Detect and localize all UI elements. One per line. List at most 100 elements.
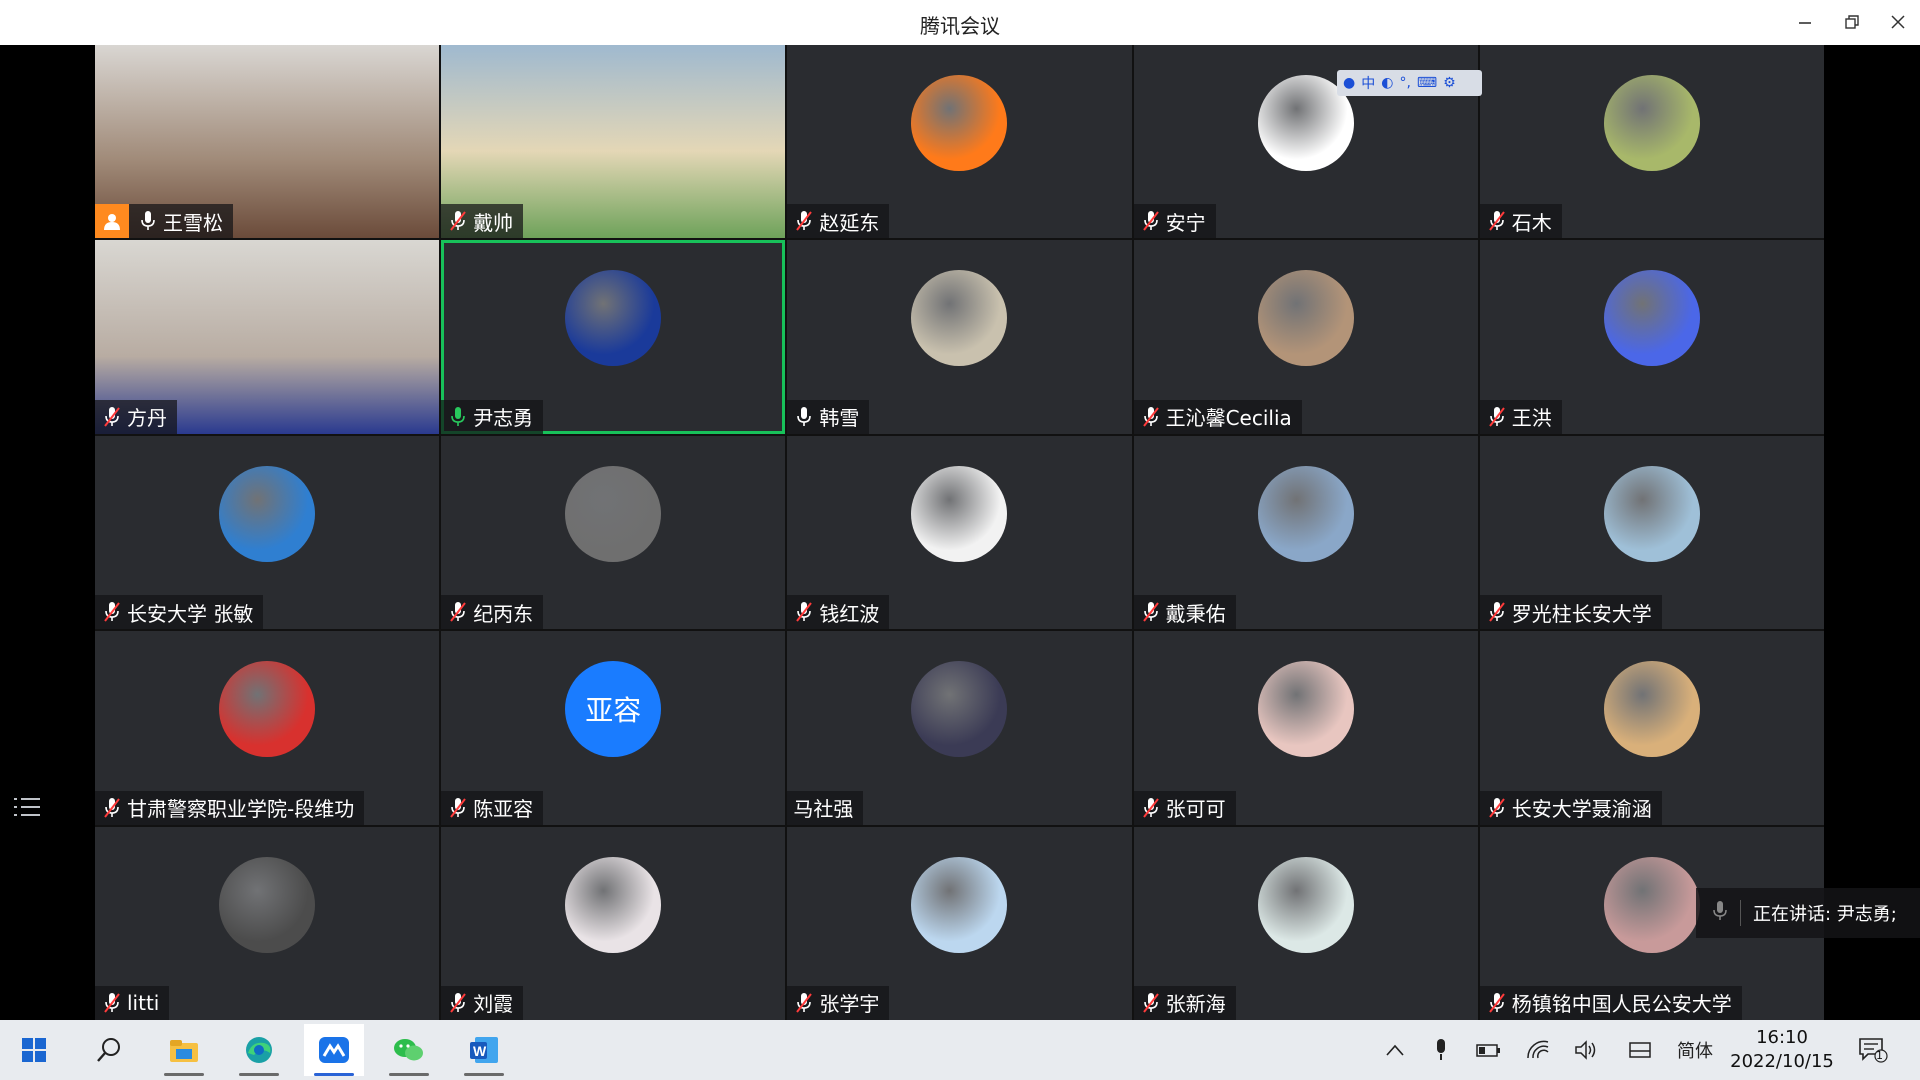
- participant-tile[interactable]: 长安大学 张敏: [95, 435, 440, 630]
- participant-name: 石木: [1511, 210, 1552, 235]
- participant-tile[interactable]: 王洪: [1479, 240, 1824, 434]
- edge-icon[interactable]: [229, 1024, 289, 1076]
- avatar: [1603, 270, 1700, 367]
- participant-name: 张新海: [1165, 992, 1226, 1017]
- chevron-up-icon[interactable]: [1380, 1036, 1410, 1064]
- speaking-indicator: 正在讲话: 尹志勇;: [1696, 888, 1920, 938]
- mic-icon: [793, 406, 815, 428]
- avatar: [1257, 270, 1354, 367]
- mic-muted-icon: [1486, 406, 1508, 428]
- participant-name: 方丹: [127, 406, 167, 431]
- avatar: [911, 465, 1008, 562]
- participant-tile[interactable]: 韩雪: [787, 240, 1132, 434]
- display-icon[interactable]: [1625, 1036, 1655, 1064]
- settings-gear-icon[interactable]: ⚙: [1443, 75, 1456, 91]
- participant-name-tag: 陈亚容: [441, 790, 544, 825]
- clock-date: 2022/10/15: [1730, 1051, 1834, 1072]
- mic-muted-icon: [101, 797, 123, 819]
- participant-tile[interactable]: 王雪松: [95, 45, 440, 239]
- restore-icon[interactable]: [1837, 8, 1867, 36]
- participant-name-tag: 石木: [1479, 204, 1562, 239]
- avatar: [1603, 465, 1700, 562]
- avatar: [1603, 856, 1700, 953]
- minimize-icon[interactable]: [1790, 8, 1820, 36]
- participant-tile[interactable]: 尹志勇: [441, 240, 786, 434]
- mic-icon: [137, 210, 159, 232]
- participant-name-tag: 罗光柱长安大学: [1479, 595, 1662, 630]
- participant-tile[interactable]: litti: [95, 826, 440, 1020]
- mic-muted-icon: [793, 992, 815, 1014]
- battery-icon[interactable]: [1474, 1036, 1504, 1064]
- participant-tile[interactable]: 亚容 陈亚容: [441, 631, 786, 825]
- mic-muted-icon: [1486, 797, 1508, 819]
- search-icon[interactable]: [79, 1024, 139, 1076]
- participant-tile[interactable]: 张学宇: [787, 826, 1132, 1020]
- participant-tile[interactable]: 张新海: [1133, 826, 1478, 1020]
- participant-tile[interactable]: 赵延东: [787, 45, 1132, 239]
- participant-tile[interactable]: 甘肃警察职业学院-段维功: [95, 631, 440, 825]
- file-explorer-icon[interactable]: [154, 1024, 214, 1076]
- participant-name: 赵延东: [819, 210, 880, 235]
- participant-name: 长安大学聂渝涵: [1511, 797, 1652, 822]
- participant-name: 长安大学 张敏: [127, 601, 254, 626]
- mic-muted-icon: [793, 210, 815, 232]
- mic-icon: [447, 406, 469, 428]
- mic-muted-icon: [101, 992, 123, 1014]
- participant-tile[interactable]: 刘霞: [441, 826, 786, 1020]
- svg-text:W: W: [473, 1043, 487, 1059]
- participant-tile[interactable]: 长安大学聂渝涵: [1479, 631, 1824, 825]
- participant-name-tag: 张学宇: [787, 985, 890, 1020]
- network-icon[interactable]: [1523, 1036, 1553, 1064]
- ime-toolbar[interactable]: ● 中 ◐ °, ⌨ ⚙: [1337, 70, 1482, 96]
- meeting-stage: 王雪松 戴帅 赵延东 安宁 石木 方丹 尹志勇 韩雪 王沁馨Cecilia 王洪 长安大学 张敏 纪丙…: [0, 45, 1920, 1020]
- ime-lang[interactable]: 中: [1361, 73, 1375, 93]
- avatar: [1603, 75, 1700, 171]
- avatar: [565, 270, 662, 367]
- participant-tile[interactable]: 石木: [1479, 45, 1824, 239]
- notification-icon[interactable]: 1: [1856, 1036, 1890, 1064]
- participant-name-tag: 长安大学聂渝涵: [1479, 790, 1662, 825]
- ime-mode-label[interactable]: 简体: [1672, 1036, 1718, 1064]
- avatar: [911, 856, 1008, 953]
- keyboard-icon[interactable]: ⌨: [1417, 75, 1437, 91]
- participant-tile[interactable]: 罗光柱长安大学: [1479, 435, 1824, 630]
- avatar: [565, 856, 662, 953]
- start-icon[interactable]: [4, 1024, 64, 1076]
- microphone-tray-icon[interactable]: [1426, 1036, 1456, 1064]
- participant-tile[interactable]: 马社强: [787, 631, 1132, 825]
- avatar: [1257, 661, 1354, 758]
- participant-tile[interactable]: 戴帅: [441, 45, 786, 239]
- wechat-icon[interactable]: [379, 1024, 439, 1076]
- moon-icon[interactable]: ◐: [1381, 75, 1393, 91]
- avatar: [565, 465, 662, 562]
- avatar: [219, 465, 316, 562]
- participant-name-tag: 张新海: [1133, 985, 1236, 1020]
- participant-name: 戴秉佑: [1165, 601, 1226, 626]
- participant-tile[interactable]: 纪丙东: [441, 435, 786, 630]
- participant-tile[interactable]: 戴秉佑: [1133, 435, 1478, 630]
- mic-icon: [1712, 900, 1728, 927]
- avatar: 亚容: [565, 661, 662, 758]
- participant-grid: 王雪松 戴帅 赵延东 安宁 石木 方丹 尹志勇 韩雪 王沁馨Cecilia 王洪 长安大学 张敏 纪丙…: [95, 45, 1824, 1020]
- participant-tile[interactable]: 张可可: [1133, 631, 1478, 825]
- participant-name-tag: 甘肃警察职业学院-段维功: [95, 790, 365, 825]
- avatar: [911, 661, 1008, 758]
- tencent-meeting-icon[interactable]: [304, 1024, 364, 1076]
- participant-tile[interactable]: 王沁馨Cecilia: [1133, 240, 1478, 434]
- participant-name-tag: 赵延东: [787, 204, 890, 239]
- mic-muted-icon: [1140, 210, 1162, 232]
- mic-muted-icon: [1140, 797, 1162, 819]
- participant-name: 王雪松: [163, 210, 223, 235]
- participant-name-tag: 钱红波: [787, 595, 890, 630]
- list-menu-icon[interactable]: [12, 795, 42, 819]
- punct-icon[interactable]: °,: [1399, 75, 1410, 91]
- volume-icon[interactable]: [1572, 1036, 1602, 1064]
- participant-name-tag: 张可可: [1133, 790, 1236, 825]
- word-icon[interactable]: W: [454, 1024, 514, 1076]
- close-icon[interactable]: [1883, 8, 1913, 36]
- participant-tile[interactable]: 方丹: [95, 240, 440, 434]
- participant-name: 张可可: [1165, 797, 1226, 822]
- mic-muted-icon: [1140, 601, 1162, 623]
- clock[interactable]: 16:10 2022/10/15: [1724, 1026, 1840, 1074]
- participant-tile[interactable]: 钱红波: [787, 435, 1132, 630]
